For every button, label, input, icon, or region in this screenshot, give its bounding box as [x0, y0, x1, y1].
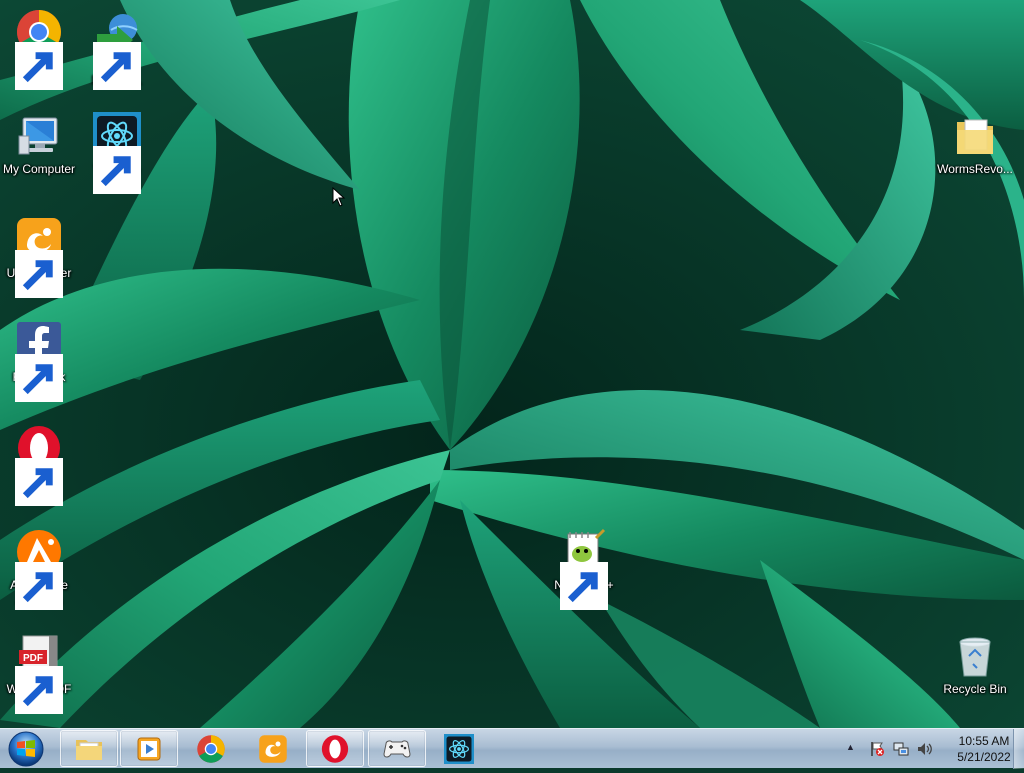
desktop-icon-label: WormsRevo... — [937, 162, 1013, 176]
desktop-icon-my-computer[interactable]: My Computer — [0, 104, 78, 177]
idm-icon — [93, 8, 141, 90]
shortcut-arrow-icon — [15, 250, 63, 298]
desktop-icon-internet-download-manager[interactable]: Internet Downlo... — [78, 0, 156, 90]
shortcut-arrow-icon — [15, 666, 63, 714]
action-center-flag-icon[interactable] — [868, 740, 886, 758]
show-desktop-button[interactable] — [1013, 729, 1024, 769]
taskbar: ▲ 10:55 AM 5/21/2022 — [0, 728, 1024, 769]
react-icon — [93, 112, 141, 194]
recycle-bin-icon — [951, 632, 999, 680]
shortcut-arrow-icon — [93, 42, 141, 90]
uc-browser-icon — [258, 734, 288, 764]
mouse-pointer-icon — [332, 187, 346, 207]
desktop-icon-avast-free-antivirus[interactable]: Avast Free Antivirus — [0, 520, 78, 610]
chrome-icon — [196, 734, 226, 764]
notepad-plus-plus-icon — [560, 528, 608, 610]
desktop-icon-uc-browser[interactable]: UC Browser — [0, 208, 78, 298]
taskbar-button-file-explorer[interactable] — [60, 730, 118, 767]
taskbar-button-win11-in-react[interactable] — [430, 730, 488, 767]
chrome-icon — [15, 8, 63, 90]
taskbar-button-opera-browser[interactable] — [306, 730, 364, 767]
desktop-icon-win11-in-react[interactable]: Win11 in React — [78, 104, 156, 194]
volume-icon[interactable] — [916, 740, 934, 758]
media-player-icon — [134, 734, 164, 764]
desktop-icon-facebook[interactable]: Facebook — [0, 312, 78, 402]
desktop-icon-label: Recycle Bin — [943, 682, 1007, 696]
folder-icon — [951, 112, 999, 160]
network-icon[interactable] — [892, 740, 910, 758]
gamepad-icon — [382, 734, 412, 764]
desktop-icon-opera-browser[interactable]: Opera Browser — [0, 416, 78, 506]
shortcut-arrow-icon — [15, 42, 63, 90]
start-button[interactable] — [4, 730, 48, 768]
windows-start-icon — [8, 731, 44, 767]
desktop-icon-label: My Computer — [2, 162, 76, 176]
winzip-pdf-icon: PDF — [15, 632, 63, 714]
uc-browser-icon — [15, 216, 63, 298]
taskbar-button-games[interactable] — [368, 730, 426, 767]
shortcut-arrow-icon — [15, 562, 63, 610]
taskbar-button-uc-browser[interactable] — [244, 730, 302, 767]
clock-time[interactable]: 10:55 AM — [954, 734, 1014, 748]
desktop-icon-recycle-bin[interactable]: Recycle Bin — [936, 624, 1014, 697]
shortcut-arrow-icon — [15, 458, 63, 506]
desktop-icon-notepad-plus-plus[interactable]: Notepad++ — [545, 520, 623, 610]
computer-icon — [15, 112, 63, 160]
opera-icon — [320, 734, 350, 764]
folder-icon — [74, 734, 104, 764]
shortcut-arrow-icon — [93, 146, 141, 194]
shortcut-arrow-icon — [15, 354, 63, 402]
taskbar-button-media-player[interactable] — [120, 730, 178, 767]
react-icon — [444, 734, 474, 764]
facebook-icon — [15, 320, 63, 402]
show-hidden-icons-button[interactable]: ▲ — [846, 742, 855, 752]
opera-icon — [15, 424, 63, 506]
desktop-icon-worms-revolution[interactable]: WormsRevo... — [936, 104, 1014, 177]
taskbar-button-google-chrome[interactable] — [182, 730, 240, 767]
desktop-icon-google-chrome[interactable]: Google Chrome — [0, 0, 78, 90]
system-tray: ▲ 10:55 AM 5/21/2022 — [834, 729, 1024, 769]
avast-icon — [15, 528, 63, 610]
svg-text:PDF: PDF — [23, 653, 43, 664]
clock-date[interactable]: 5/21/2022 — [954, 750, 1014, 764]
shortcut-arrow-icon — [560, 562, 608, 610]
desktop-icon-winzip-pdf-pro[interactable]: PDF WinZip PDF Pro — [0, 624, 78, 714]
